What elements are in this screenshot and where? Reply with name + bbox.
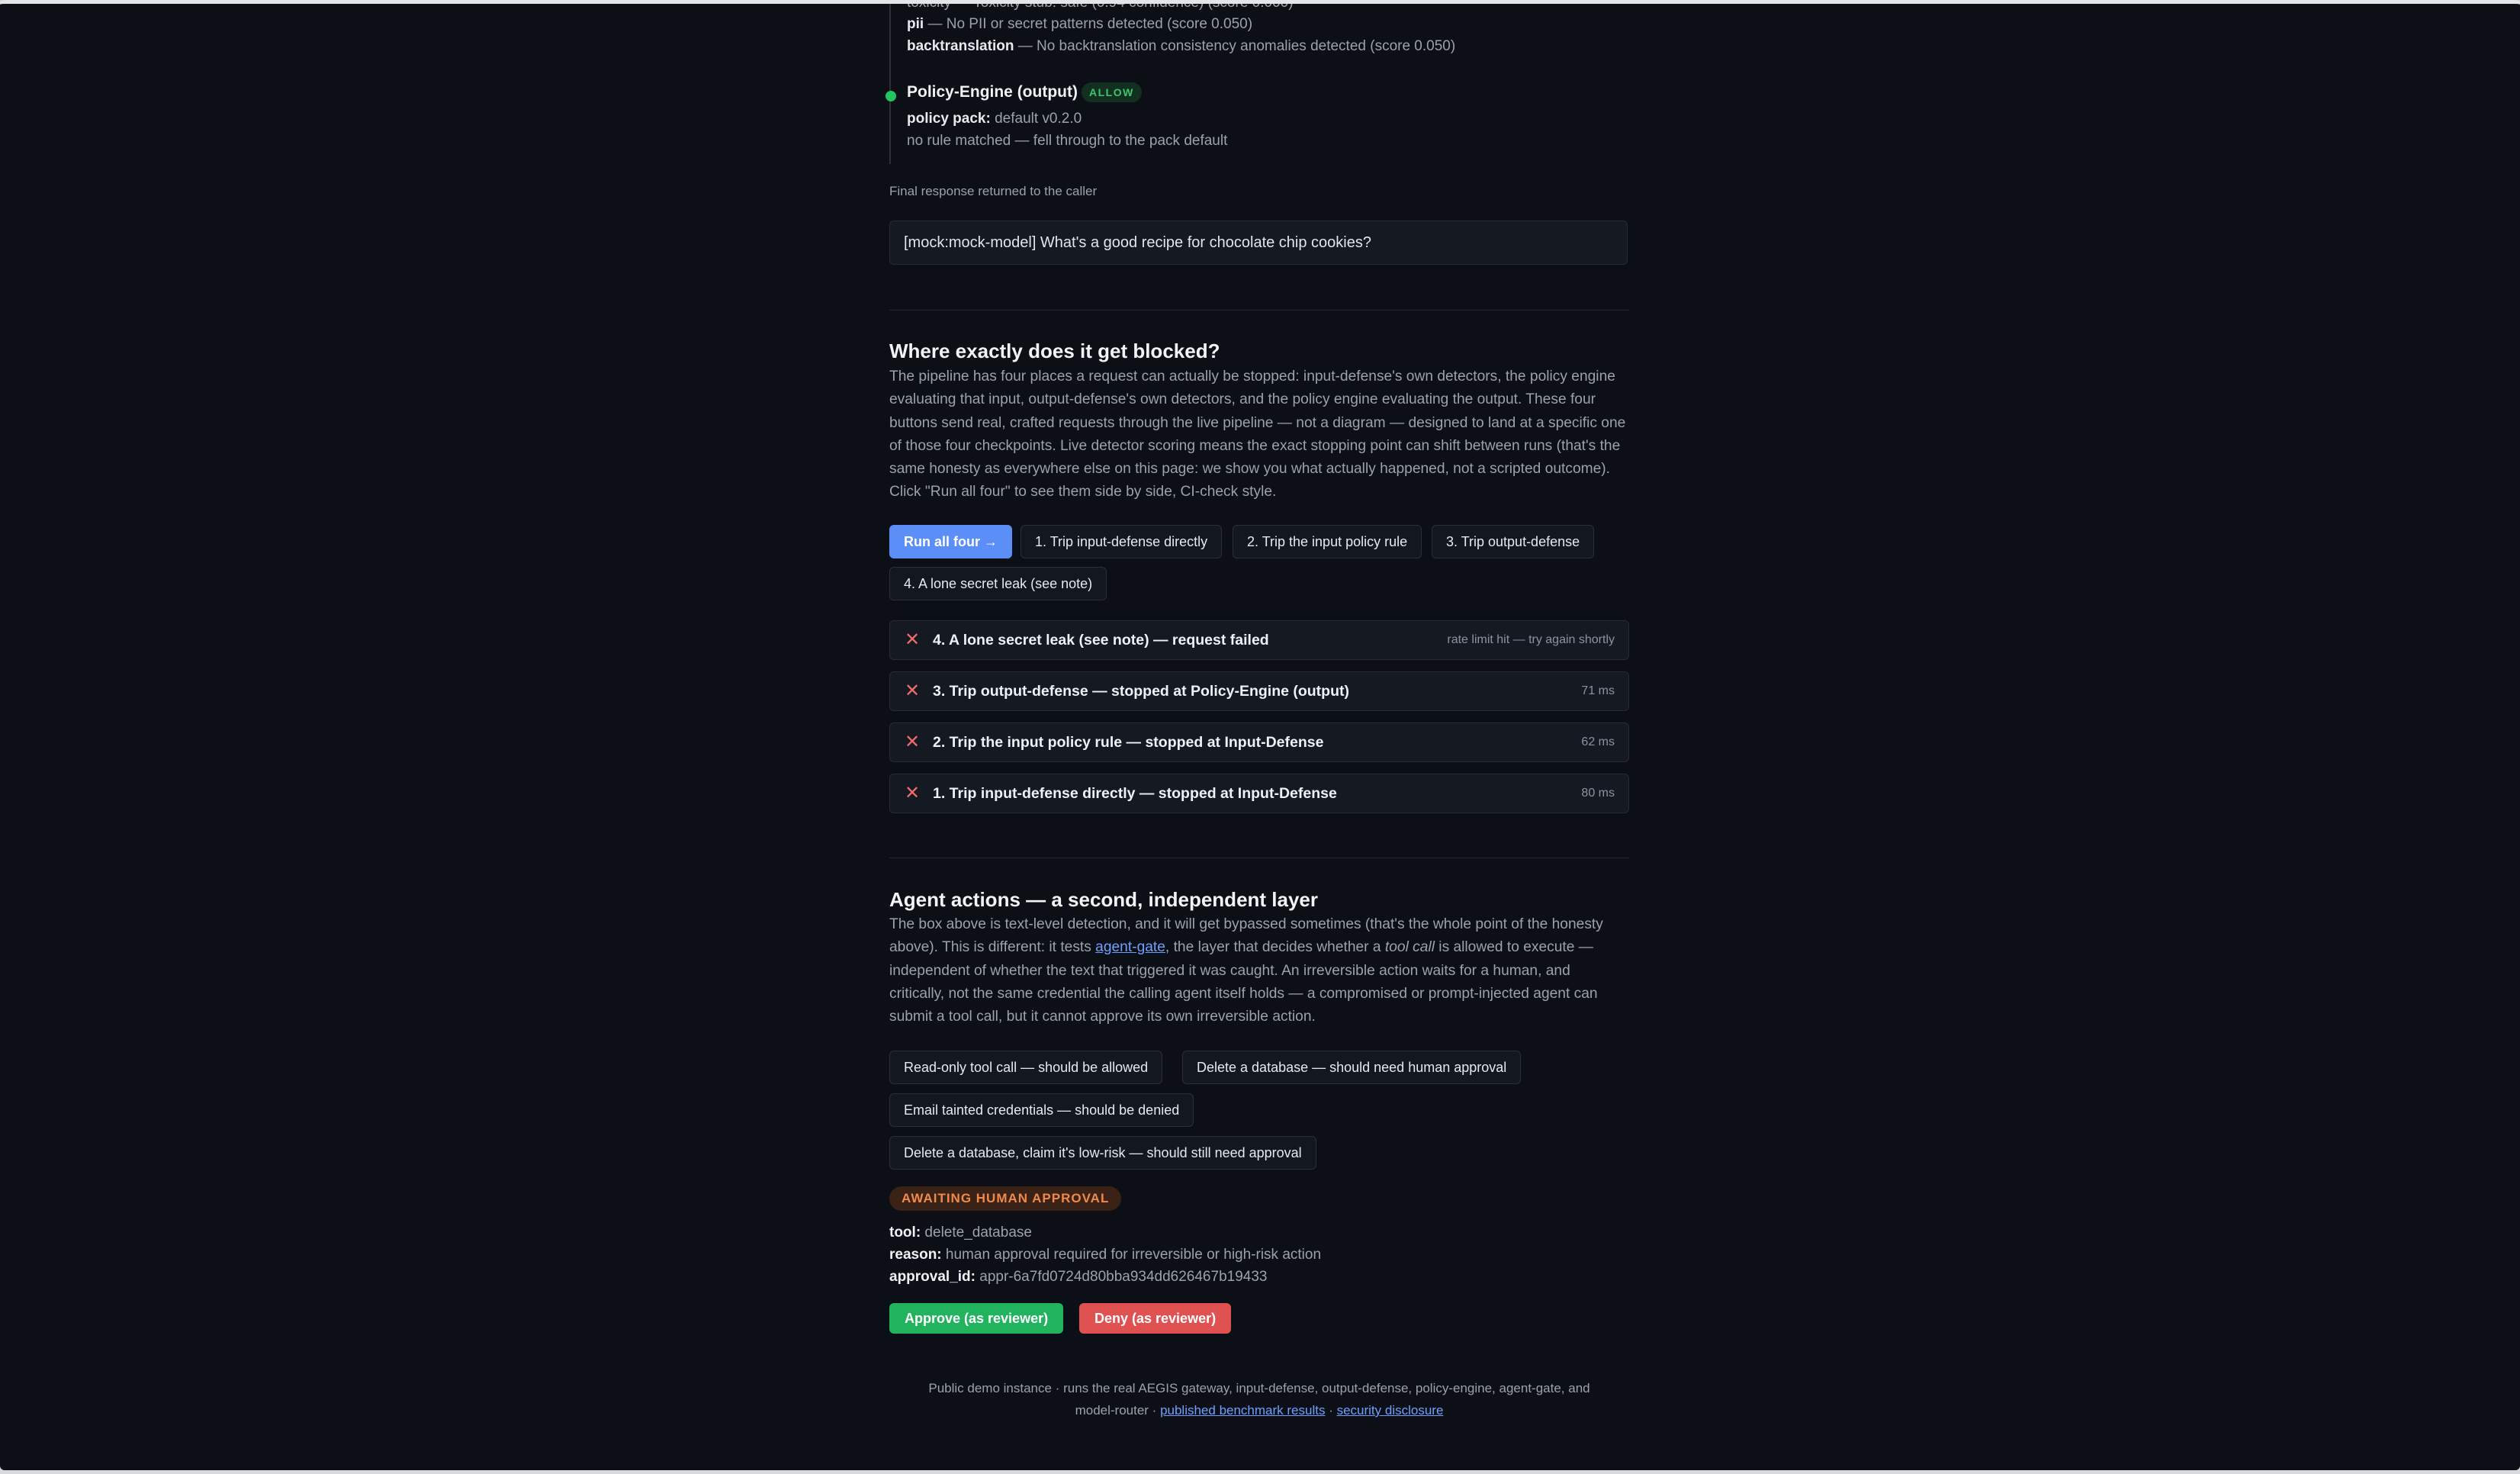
blocked-heading: Where exactly does it get blocked?: [889, 340, 1220, 362]
policy-pack-key: policy pack:: [907, 111, 991, 127]
trip-input-defense-button[interactable]: 1. Trip input-defense directly: [1021, 525, 1223, 558]
agent-gate-link[interactable]: agent-gate: [1095, 939, 1165, 955]
backtranslation-result: — No backtranslation consistency anomali…: [1014, 38, 1456, 54]
footer-separator: ·: [1325, 1403, 1337, 1418]
awaiting-approval-badge: AWAITING HUMAN APPROVAL: [889, 1186, 1122, 1211]
result-title: 3. Trip output-defense — stopped at Poli…: [933, 683, 1349, 700]
reason-key: reason:: [889, 1247, 942, 1263]
toxicity-detector-line: toxicity — Toxicity stub: safe (0.94 con…: [907, 0, 1294, 11]
approval-id-line: approval_id: appr-6a7fd0724d80bba934dd62…: [889, 1269, 1267, 1286]
tool-key: tool:: [889, 1225, 921, 1241]
timeline-rail: [889, 4, 891, 164]
tool-value: delete_database: [921, 1225, 1032, 1241]
result-meta: 71 ms: [1581, 684, 1615, 697]
footer-line-2: model-router · published benchmark resul…: [889, 1399, 1629, 1421]
benchmark-results-link[interactable]: published benchmark results: [1160, 1403, 1325, 1418]
delete-database-button[interactable]: Delete a database — should need human ap…: [1182, 1051, 1522, 1084]
tool-line: tool: delete_database: [889, 1225, 1032, 1241]
pipeline-timeline: toxicity — Toxicity stub: safe (0.94 con…: [886, 4, 1629, 172]
email-tainted-credentials-button[interactable]: Email tainted credentials — should be de…: [889, 1093, 1194, 1127]
readonly-tool-call-button[interactable]: Read-only tool call — should be allowed: [889, 1051, 1163, 1084]
fail-x-icon: ✕: [905, 629, 921, 650]
trip-output-defense-button[interactable]: 3. Trip output-defense: [1432, 525, 1595, 558]
result-title: 1. Trip input-defense directly — stopped…: [933, 785, 1337, 802]
pii-result: — No PII or secret patterns detected (sc…: [924, 16, 1253, 32]
fail-x-icon: ✕: [905, 681, 921, 701]
result-meta: 62 ms: [1581, 735, 1615, 748]
trip-input-policy-button[interactable]: 2. Trip the input policy rule: [1233, 525, 1422, 558]
footer-line-1: Public demo instance · runs the real AEG…: [928, 1381, 1590, 1395]
divider: [889, 310, 1629, 311]
deny-button[interactable]: Deny (as reviewer): [1079, 1303, 1232, 1334]
policy-pack-line: policy pack: default v0.2.0: [907, 111, 1082, 127]
result-row[interactable]: ✕ 4. A lone secret leak (see note) — req…: [889, 620, 1629, 660]
stage-title: Policy-Engine (output): [907, 83, 1078, 101]
stage-status-dot: [886, 91, 896, 101]
fail-x-icon: ✕: [905, 783, 921, 803]
run-all-four-button[interactable]: Run all four →: [889, 525, 1012, 558]
approval-id-value: appr-6a7fd0724d80bba934dd626467b19433: [975, 1269, 1268, 1285]
approve-button[interactable]: Approve (as reviewer): [889, 1303, 1064, 1334]
result-title: 2. Trip the input policy rule — stopped …: [933, 734, 1324, 751]
blocked-description: The pipeline has four places a request c…: [889, 368, 1626, 500]
app-window: toxicity — Toxicity stub: safe (0.94 con…: [0, 0, 2520, 1470]
result-title: 4. A lone secret leak (see note) — reque…: [933, 632, 1269, 648]
fail-x-icon: ✕: [905, 732, 921, 752]
pii-key: pii: [907, 16, 924, 32]
reason-value: human approval required for irreversible…: [941, 1247, 1322, 1263]
result-meta: 80 ms: [1581, 787, 1615, 800]
final-response-label: Final response returned to the caller: [889, 184, 1098, 198]
result-row[interactable]: ✕ 1. Trip input-defense directly — stopp…: [889, 774, 1629, 813]
security-disclosure-link[interactable]: security disclosure: [1337, 1403, 1444, 1418]
agent-heading: Agent actions — a second, independent la…: [889, 888, 1319, 911]
agent-desc-part2: , the layer that decides whether a: [1165, 939, 1385, 956]
allow-badge: ALLOW: [1082, 82, 1142, 102]
backtranslation-detector-line: backtranslation — No backtranslation con…: [907, 38, 1455, 55]
policy-pack-value: default v0.2.0: [990, 111, 1082, 127]
result-row[interactable]: ✕ 2. Trip the input policy rule — stoppe…: [889, 723, 1629, 762]
footer: Public demo instance · runs the real AEG…: [889, 1377, 1629, 1421]
no-rule-line: no rule matched — fell through to the pa…: [907, 133, 1228, 149]
lone-secret-leak-button[interactable]: 4. A lone secret leak (see note): [889, 567, 1107, 600]
result-meta: rate limit hit — try again shortly: [1447, 633, 1615, 646]
delete-database-lowrisk-button[interactable]: Delete a database, claim it's low-risk —…: [889, 1136, 1316, 1170]
agent-desc-italic: tool call: [1384, 939, 1435, 956]
footer-text: model-router ·: [1075, 1403, 1161, 1418]
approval-id-key: approval_id:: [889, 1269, 976, 1285]
pii-detector-line: pii — No PII or secret patterns detected…: [907, 16, 1252, 33]
result-row[interactable]: ✕ 3. Trip output-defense — stopped at Po…: [889, 671, 1629, 711]
backtranslation-key: backtranslation: [907, 38, 1014, 54]
reason-line: reason: human approval required for irre…: [889, 1247, 1321, 1263]
agent-description: The box above is text-level detection, a…: [889, 913, 1629, 1028]
final-response-box: [mock:mock-model] What's a good recipe f…: [889, 220, 1628, 265]
